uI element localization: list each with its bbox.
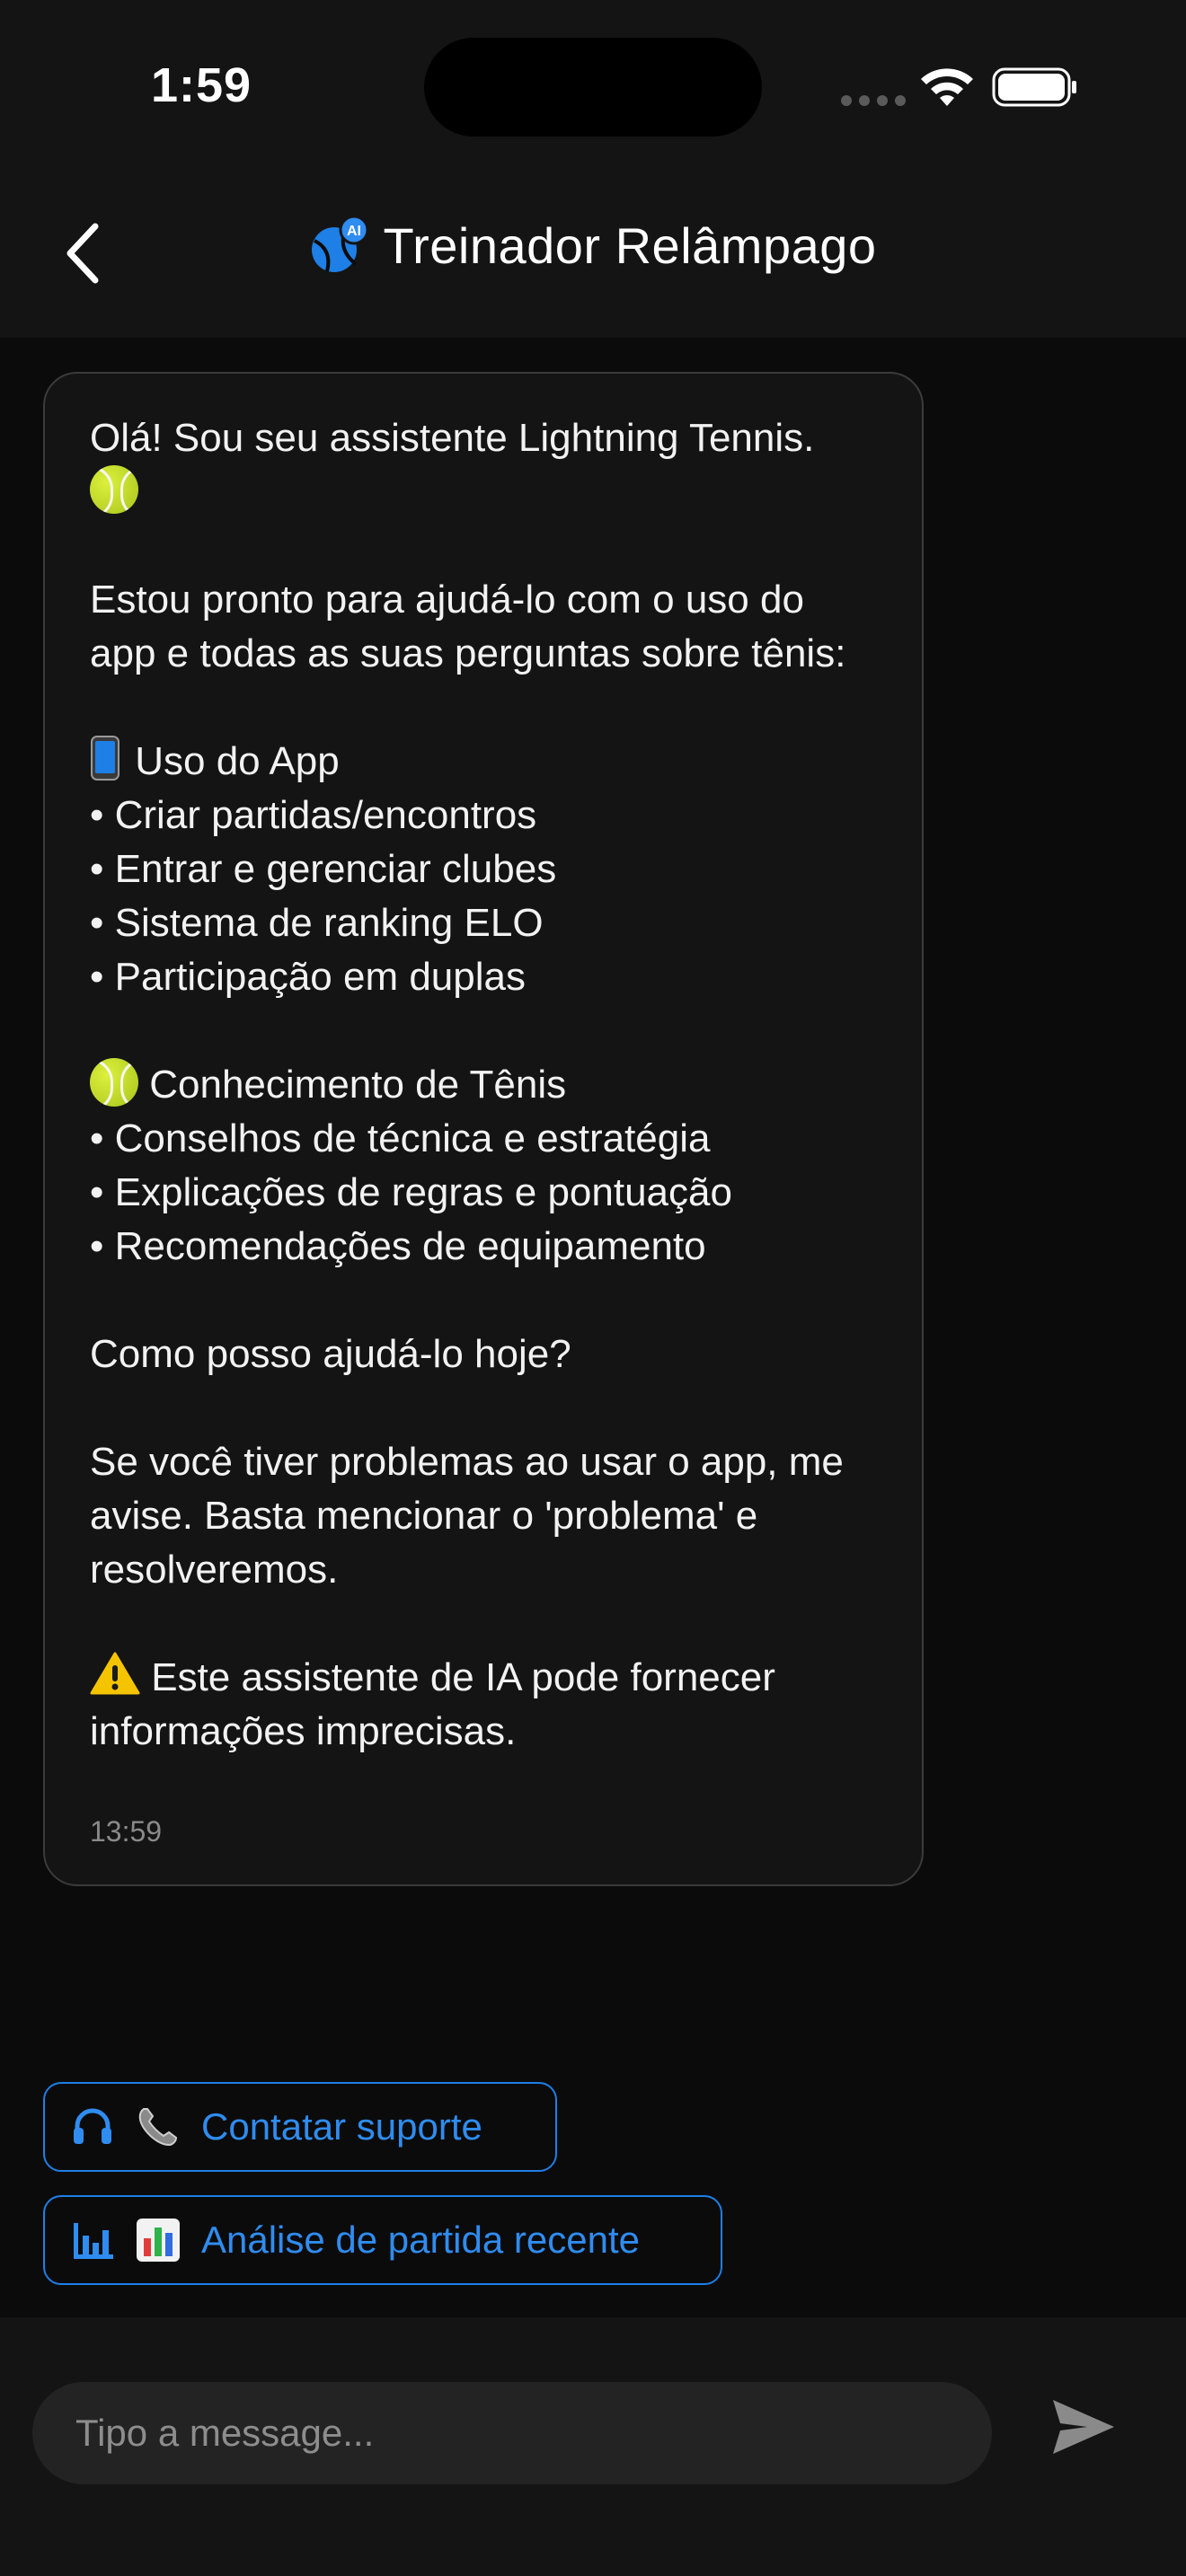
- message-timestamp: 13:59: [90, 1815, 163, 1848]
- page-title: Treinador Relâmpago: [383, 216, 877, 274]
- support-note-text: Se você tiver problemas ao usar o app, m…: [90, 1440, 855, 1592]
- chat-messages: Olá! Sou seu assistente Lightning Tennis…: [0, 338, 1186, 2317]
- bar-chart-emoji-icon: [137, 2219, 180, 2262]
- section-app-item: • Participação em duplas: [90, 955, 526, 999]
- assistant-message-bubble: Olá! Sou seu assistente Lightning Tennis…: [43, 372, 924, 1886]
- greeting-text: Olá! Sou seu assistente Lightning Tennis…: [90, 416, 815, 460]
- mobile-phone-icon: [91, 736, 119, 781]
- contact-support-label: Contatar suporte: [201, 2105, 482, 2148]
- section-app-item: • Sistema de ranking ELO: [90, 901, 544, 945]
- send-button[interactable]: [1048, 2391, 1120, 2463]
- question-text: Como posso ajudá-lo hoje?: [90, 1332, 571, 1376]
- section-tennis-item: • Recomendações de equipamento: [90, 1224, 706, 1268]
- dynamic-island: [424, 38, 762, 137]
- message-input[interactable]: [32, 2382, 992, 2484]
- wifi-icon: [921, 68, 973, 106]
- disclaimer-text: Este assistente de IA pode fornecer info…: [90, 1655, 787, 1753]
- recent-match-analysis-button[interactable]: Análise de partida recente: [43, 2195, 722, 2285]
- section-app-item: • Criar partidas/encontros: [90, 793, 537, 837]
- warning-icon: [90, 1652, 140, 1695]
- header-title-group: AI Treinador Relâmpago: [0, 216, 1186, 275]
- telephone-icon: [138, 2108, 178, 2147]
- section-app-title: Uso do App: [135, 739, 340, 783]
- chat-screen: 1:59 AI Treinador Relâmpago Olá! Sou seu…: [0, 0, 1186, 2576]
- section-tennis-item: • Explicações de regras e pontuação: [90, 1170, 732, 1214]
- status-time: 1:59: [151, 58, 252, 112]
- intro-text: Estou pronto para ajudá-lo com o uso do …: [90, 578, 846, 675]
- tennis-ball-icon: [90, 465, 138, 514]
- status-bar: 1:59: [0, 0, 1186, 180]
- tennis-ai-icon: AI: [312, 216, 369, 272]
- section-tennis-item: • Conselhos de técnica e estratégia: [90, 1116, 711, 1160]
- section-app-item: • Entrar e gerenciar clubes: [90, 847, 557, 891]
- recent-match-analysis-label: Análise de partida recente: [201, 2219, 640, 2261]
- tennis-ball-icon: [90, 1058, 138, 1107]
- contact-support-button[interactable]: Contatar suporte: [43, 2082, 557, 2172]
- chat-header: AI Treinador Relâmpago: [0, 180, 1186, 338]
- message-composer: [0, 2317, 1186, 2576]
- section-tennis-title: Conhecimento de Tênis: [149, 1063, 567, 1107]
- ai-badge: AI: [347, 224, 361, 239]
- cellular-signal-icon: [841, 95, 906, 106]
- battery-icon: [992, 67, 1076, 107]
- bar-chart-icon: [74, 2223, 113, 2259]
- message-text: Olá! Sou seu assistente Lightning Tennis…: [90, 411, 879, 1759]
- headset-icon: [74, 2108, 111, 2144]
